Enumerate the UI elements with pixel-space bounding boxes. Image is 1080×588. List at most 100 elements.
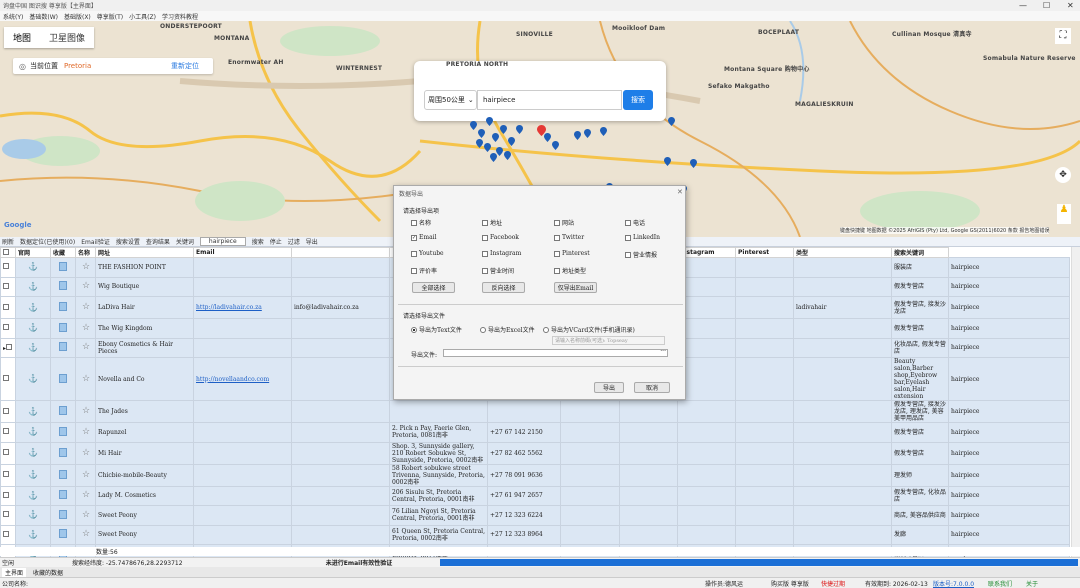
map-tab[interactable]: 地图 <box>4 27 40 48</box>
select-all-button[interactable]: 全部选择 <box>412 282 455 293</box>
star-cell[interactable]: ☆ <box>75 485 96 506</box>
maximize-button[interactable]: ☐ <box>1043 1 1050 10</box>
row-select-cell[interactable] <box>0 505 16 526</box>
export-field-checkbox[interactable]: Twitter <box>554 234 584 241</box>
table-row[interactable]: ⚓ ☆ Rapunzel 2. Pick n Pay, Faerie Glen, Pr… <box>0 422 1070 443</box>
url-cell[interactable] <box>193 422 292 443</box>
close-button[interactable]: ✕ <box>1067 1 1074 10</box>
table-row[interactable]: ⚓ ☆ Chicbie-mobile-Beauty 58 Robert sobukwe… <box>0 463 1070 487</box>
table-row[interactable]: ⚓ ☆ Sweet Peony 61 Queen St, Pretoria Centr… <box>0 524 1070 545</box>
site-icon-cell[interactable]: ⚓ <box>15 422 51 443</box>
toolbar-item[interactable]: 刷新 <box>2 237 14 246</box>
url-cell[interactable]: http://novellaandco.com <box>193 357 292 401</box>
site-icon-cell[interactable]: ⚓ <box>15 485 51 506</box>
export-field-checkbox[interactable]: Youtube <box>411 250 444 257</box>
export-button[interactable]: 导出 <box>594 382 624 393</box>
site-icon-cell[interactable]: ⚓ <box>15 357 51 401</box>
bottom-tab[interactable]: 主界面 <box>2 567 27 577</box>
export-field-checkbox[interactable]: 地址类型 <box>554 266 586 275</box>
map-marker-icon[interactable] <box>486 117 493 126</box>
row-select-cell[interactable] <box>0 296 16 319</box>
url-cell[interactable] <box>193 257 292 278</box>
relocate-link[interactable]: 重新定位 <box>171 61 199 71</box>
export-field-checkbox[interactable]: 营业时间 <box>482 266 514 275</box>
invert-selection-button[interactable]: 反向选择 <box>482 282 525 293</box>
toolbar-item[interactable]: 停止 <box>270 237 282 246</box>
export-field-checkbox[interactable]: ✓ Email <box>411 234 436 241</box>
site-icon-cell[interactable]: ⚓ <box>15 337 51 358</box>
row-select-cell[interactable] <box>0 276 16 297</box>
star-cell[interactable]: ☆ <box>75 505 96 526</box>
url-cell[interactable] <box>193 337 292 358</box>
favorite-cell[interactable] <box>50 463 76 487</box>
row-select-cell[interactable] <box>0 422 16 443</box>
export-text-option[interactable]: 导出为Text文件 <box>411 325 462 334</box>
row-select-cell[interactable] <box>0 524 16 545</box>
toolbar-item[interactable]: Email验证 <box>81 237 110 246</box>
export-email-only-button[interactable]: 仅导出Email <box>554 282 597 293</box>
row-select-cell[interactable] <box>0 318 16 339</box>
export-field-checkbox[interactable]: 网站 <box>554 218 574 227</box>
star-cell[interactable]: ☆ <box>75 337 96 358</box>
column-header[interactable]: 搜索关键词 <box>891 247 949 258</box>
favorite-cell[interactable] <box>50 505 76 526</box>
cancel-button[interactable]: 取消 <box>634 382 670 393</box>
menu-item[interactable]: 尊享版(T) <box>97 12 123 21</box>
row-select-cell[interactable] <box>0 357 16 401</box>
row-select-cell[interactable] <box>0 400 16 423</box>
map-marker-icon[interactable] <box>470 121 477 130</box>
url-cell[interactable] <box>193 318 292 339</box>
search-input[interactable]: hairpiece <box>477 90 622 110</box>
map-marker-icon[interactable] <box>500 125 507 134</box>
export-field-checkbox[interactable]: Pinterest <box>554 250 590 257</box>
table-row[interactable]: ⚓ ☆ Mi Hair Shop. 3, Sunnyside gallery, 210… <box>0 441 1070 465</box>
map-marker-icon[interactable] <box>668 117 675 126</box>
favorite-cell[interactable] <box>50 422 76 443</box>
pan-control-icon[interactable]: ✥ <box>1055 167 1071 183</box>
favorite-cell[interactable] <box>50 276 76 297</box>
vcard-prefix-input[interactable]: 请输入名称前缀(可选): Topseay <box>552 336 665 345</box>
favorite-cell[interactable] <box>50 400 76 423</box>
range-select[interactable]: 周围50公里 ⌄ <box>424 90 477 110</box>
map-marker-icon[interactable] <box>574 131 581 140</box>
site-icon-cell[interactable]: ⚓ <box>15 441 51 465</box>
menu-item[interactable]: 小工具(Z) <box>129 12 156 21</box>
column-header[interactable]: Pinterest <box>735 247 794 258</box>
toolbar-item[interactable]: 导出 <box>306 237 318 246</box>
table-row[interactable]: ⚓ ☆ Sweet Peony 76 Lilian Ngoyi St, Pretori… <box>0 505 1070 526</box>
column-header[interactable]: Instagram <box>677 247 736 258</box>
star-cell[interactable]: ☆ <box>75 318 96 339</box>
menu-item[interactable]: 学习资料教程 <box>162 12 198 21</box>
toolbar-item[interactable]: 搜索 <box>252 237 264 246</box>
map-marker-icon[interactable] <box>600 127 607 136</box>
export-field-checkbox[interactable]: Instagram <box>482 250 521 257</box>
site-icon-cell[interactable]: ⚓ <box>15 463 51 487</box>
site-icon-cell[interactable]: ⚓ <box>15 400 51 423</box>
url-cell[interactable] <box>193 276 292 297</box>
star-cell[interactable]: ☆ <box>75 524 96 545</box>
site-icon-cell[interactable]: ⚓ <box>15 257 51 278</box>
map-marker-icon[interactable] <box>552 141 559 150</box>
url-cell[interactable] <box>193 505 292 526</box>
export-vcard-option[interactable]: 导出为VCard文件(手机通讯录) <box>543 325 635 334</box>
table-row[interactable]: ⚓ ☆ Lady M. Cosmetics 206 Sisulu St, Pretor… <box>0 485 1070 506</box>
site-icon-cell[interactable]: ⚓ <box>15 296 51 319</box>
toolbar-item[interactable]: 过滤 <box>288 237 300 246</box>
export-field-checkbox[interactable]: 营业情报 <box>625 250 657 259</box>
map-marker-icon[interactable] <box>484 143 491 152</box>
map-marker-icon[interactable] <box>478 129 485 138</box>
dialog-close-icon[interactable]: ✕ <box>677 188 683 196</box>
star-cell[interactable]: ☆ <box>75 257 96 278</box>
column-header[interactable]: 名称 <box>75 247 96 258</box>
url-cell[interactable] <box>193 485 292 506</box>
star-cell[interactable]: ☆ <box>75 422 96 443</box>
map-marker-icon[interactable] <box>664 157 671 166</box>
export-field-checkbox[interactable]: LinkedIn <box>625 234 660 241</box>
map-marker-icon[interactable] <box>476 139 483 148</box>
column-header[interactable]: Email <box>193 247 292 258</box>
export-field-checkbox[interactable]: Facebook <box>482 234 519 241</box>
column-header[interactable] <box>291 247 390 258</box>
favorite-cell[interactable] <box>50 524 76 545</box>
export-field-checkbox[interactable]: 电话 <box>625 218 645 227</box>
column-header[interactable]: 类型 <box>793 247 892 258</box>
